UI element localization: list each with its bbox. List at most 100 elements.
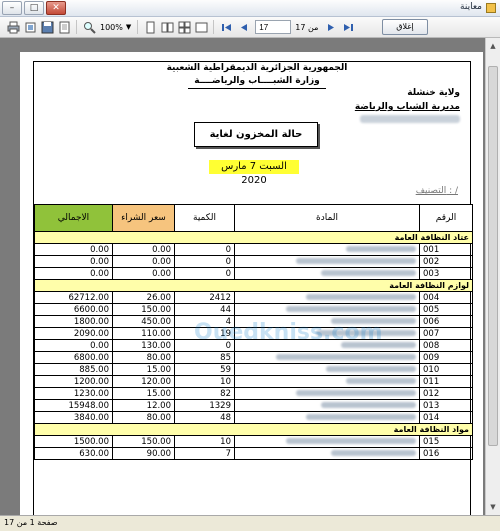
- cell-material: [234, 435, 420, 448]
- cell-total: 62712.00: [34, 291, 113, 304]
- cell-qty: 48: [174, 411, 235, 424]
- close-preview-button[interactable]: إغلاق: [382, 19, 428, 35]
- first-page-icon[interactable]: [218, 19, 234, 35]
- chevron-down-icon: ▼: [125, 23, 132, 31]
- export-icon[interactable]: [56, 19, 72, 35]
- scroll-down-icon[interactable]: ▼: [487, 500, 499, 514]
- cell-code: 012: [419, 387, 473, 400]
- single-page-icon[interactable]: [142, 19, 158, 35]
- header-ministry: وزارة الشبــــاب والرياضــــة: [188, 75, 326, 89]
- vertical-scrollbar[interactable]: ▲ ▼: [485, 38, 500, 515]
- report-date: السبت 7 مارس 2020: [209, 160, 299, 186]
- cell-material: [234, 387, 420, 400]
- cell-price: 150.00: [112, 435, 175, 448]
- zoom-icon[interactable]: [81, 19, 97, 35]
- table-row: 1500.00 150.00 10 015: [34, 435, 473, 448]
- page-number-input[interactable]: [255, 20, 292, 34]
- redacted-material: [276, 354, 416, 360]
- col-total: الاجمالي: [34, 204, 113, 232]
- group-row: مواد النظافة العامة: [34, 423, 473, 436]
- minimize-button[interactable]: –: [2, 1, 22, 15]
- table-body: عتاد النظافة العامة 0.00 0.00 0 001 0.00 0.00 0…: [34, 231, 473, 460]
- table-row: 1230.00 15.00 82 012: [34, 387, 473, 400]
- cell-qty: 44: [174, 303, 235, 316]
- cell-price: 130.00: [112, 339, 175, 352]
- table-row: 6800.00 80.00 85 009: [34, 351, 473, 364]
- cell-price: 15.00: [112, 387, 175, 400]
- redacted-material: [331, 450, 416, 456]
- scroll-thumb[interactable]: [488, 66, 498, 446]
- group-row: عتاد النظافة العامة: [34, 231, 473, 244]
- status-bar: صفحة 1 من 17: [0, 515, 500, 531]
- print-setup-icon[interactable]: [22, 19, 38, 35]
- print-icon[interactable]: [5, 19, 21, 35]
- cell-price: 150.00: [112, 303, 175, 316]
- cell-price: 450.00: [112, 315, 175, 328]
- cell-code: 011: [419, 375, 473, 388]
- multi-page-icon[interactable]: [176, 19, 192, 35]
- cell-total: 1800.00: [34, 315, 113, 328]
- cell-qty: 10: [174, 375, 235, 388]
- redacted-text: [360, 115, 460, 123]
- cell-total: 0.00: [34, 255, 113, 268]
- cell-total: 0.00: [34, 243, 113, 256]
- cell-code: 005: [419, 303, 473, 316]
- cell-price: 0.00: [112, 255, 175, 268]
- two-pages-icon[interactable]: [159, 19, 175, 35]
- scroll-up-icon[interactable]: ▲: [487, 39, 499, 53]
- cell-price: 110.00: [112, 327, 175, 340]
- zoom-value: 100%: [100, 22, 123, 32]
- cell-total: 6600.00: [34, 303, 113, 316]
- cell-qty: 7: [174, 447, 235, 460]
- table-row: 0.00 0.00 0 003: [34, 267, 473, 280]
- redacted-material: [321, 270, 416, 276]
- redacted-material: [306, 414, 416, 420]
- redacted-material: [306, 294, 416, 300]
- cell-code: 006: [419, 315, 473, 328]
- cell-price: 26.00: [112, 291, 175, 304]
- cell-code: 004: [419, 291, 473, 304]
- window-controls: – □ ✕: [2, 1, 66, 15]
- table-row: 6600.00 150.00 44 005: [34, 303, 473, 316]
- table-row: 3840.00 80.00 48 014: [34, 411, 473, 424]
- cell-price: 80.00: [112, 411, 175, 424]
- cell-qty: 85: [174, 351, 235, 364]
- cell-total: 6800.00: [34, 351, 113, 364]
- redacted-material: [321, 402, 416, 408]
- cell-total: 1230.00: [34, 387, 113, 400]
- cell-material: [234, 267, 420, 280]
- last-page-icon[interactable]: [340, 19, 356, 35]
- cell-qty: 0: [174, 255, 235, 268]
- cell-code: 007: [419, 327, 473, 340]
- cell-code: 008: [419, 339, 473, 352]
- save-icon[interactable]: [39, 19, 55, 35]
- redacted-material: [346, 378, 416, 384]
- cell-material: [234, 363, 420, 376]
- maximize-button[interactable]: □: [24, 1, 44, 15]
- redacted-material: [286, 438, 416, 444]
- header-left: ولاية خنشلة مديرية الشباب والرياضة: [355, 86, 460, 114]
- group-label: عتاد النظافة العامة: [34, 231, 473, 244]
- report-toolbar: 100%▼ من 17 إغلاق: [0, 17, 500, 38]
- cell-qty: 59: [174, 363, 235, 376]
- cell-price: 15.00: [112, 363, 175, 376]
- page-width-icon[interactable]: [193, 19, 209, 35]
- cell-total: 885.00: [34, 363, 113, 376]
- group-label: لوازم النظافة العامة: [34, 279, 473, 292]
- col-material: المادة: [234, 204, 420, 232]
- redacted-material: [296, 390, 416, 396]
- next-page-icon[interactable]: [323, 19, 339, 35]
- cell-code: 003: [419, 267, 473, 280]
- prev-page-icon[interactable]: [235, 19, 251, 35]
- cell-total: 2090.00: [34, 327, 113, 340]
- close-window-button[interactable]: ✕: [46, 1, 66, 15]
- report-frame: الجمهورية الجزائرية الديمقراطية الشعبية …: [33, 61, 473, 515]
- col-qty: الكمية: [174, 204, 235, 232]
- cell-material: [234, 375, 420, 388]
- header-wilaya: ولاية خنشلة: [407, 88, 460, 98]
- table-row: 1200.00 120.00 10 011: [34, 375, 473, 388]
- zoom-dropdown[interactable]: 100% ▼: [98, 23, 133, 32]
- cell-total: 1200.00: [34, 375, 113, 388]
- cell-qty: 1329: [174, 399, 235, 412]
- cell-material: [234, 303, 420, 316]
